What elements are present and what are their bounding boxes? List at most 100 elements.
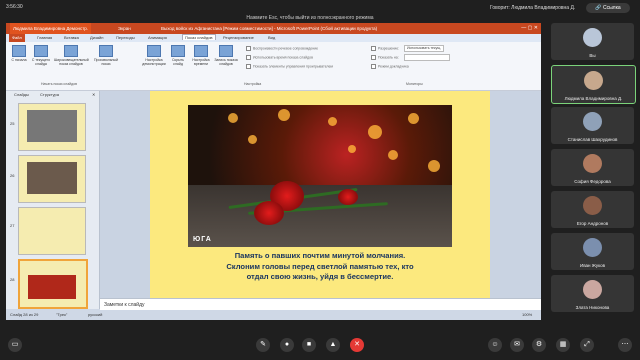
slides-panel: Слайды Структура ✕ 25 26 27 28 bbox=[6, 91, 100, 309]
resolution-label: Разрешение: bbox=[371, 46, 399, 51]
participant-tile[interactable]: Злата Никонова bbox=[551, 275, 634, 312]
slide-thumbnail-26[interactable] bbox=[18, 155, 86, 203]
fullscreen-icon[interactable]: ⤢ bbox=[580, 338, 594, 352]
group-setup: Настройка bbox=[244, 82, 262, 86]
window-controls[interactable]: — ▢ ✕ bbox=[521, 25, 538, 31]
shared-screen: Людмила Владимировна Демонстр. Экран Вых… bbox=[6, 23, 541, 320]
participant-tile[interactable]: Вы bbox=[551, 23, 634, 60]
tab-insert[interactable]: Вставка bbox=[64, 35, 79, 40]
checkbox-narration[interactable]: Воспроизвести речевое сопровождение bbox=[246, 46, 318, 51]
fullscreen-exit-hint: Нажмите Esc, чтобы выйти из полноэкранно… bbox=[246, 15, 374, 21]
participant-tile[interactable]: Иван Жуков bbox=[551, 233, 634, 270]
window-title: Выход войск из Афганистана [Режим совмес… bbox=[161, 26, 378, 31]
screen-share-icon[interactable]: ▲ bbox=[326, 338, 340, 352]
from-current-button[interactable]: С текущего слайда bbox=[31, 45, 51, 66]
custom-show-button[interactable]: Произвольный показ bbox=[92, 45, 120, 66]
link-icon: 🔗 bbox=[595, 5, 602, 11]
setup-icon bbox=[147, 45, 161, 57]
current-slide[interactable]: ЮГА Память о павших почтим минутой молча… bbox=[150, 91, 490, 309]
tab-transitions[interactable]: Переходы bbox=[116, 35, 135, 40]
slide-number: 28 bbox=[10, 277, 15, 282]
avatar bbox=[583, 154, 602, 173]
caption-line: Склоним головы перед светлой памятью тех… bbox=[226, 261, 414, 271]
show-on-dropdown[interactable] bbox=[404, 54, 450, 61]
camera-icon[interactable]: ■ bbox=[302, 338, 316, 352]
avatar bbox=[583, 238, 602, 257]
hide-slide-button[interactable]: Скрыть слайд bbox=[168, 45, 188, 66]
photo-watermark: ЮГА bbox=[193, 236, 212, 243]
tab-design[interactable]: Дизайн bbox=[90, 35, 103, 40]
from-beginning-button[interactable]: С начала bbox=[9, 45, 29, 62]
zoom-level[interactable]: 100% bbox=[522, 312, 532, 317]
group-start-slideshow: Начать показ слайдов bbox=[41, 82, 77, 86]
thumbnail-photo bbox=[27, 162, 77, 194]
notes-placeholder: Заметки к слайду bbox=[104, 302, 145, 308]
tab-file[interactable]: Файл bbox=[9, 34, 25, 42]
broadcast-label: Широковещательный показ слайдов bbox=[54, 58, 89, 66]
slide-thumbnail-27[interactable] bbox=[18, 207, 86, 255]
settings-icon[interactable]: ⚙ bbox=[532, 338, 546, 352]
participant-tile[interactable]: Егор Андронов bbox=[551, 191, 634, 228]
sidebar-toggle-icon[interactable]: ▭ bbox=[8, 338, 22, 352]
participant-tile[interactable]: Станислав Шахрудинов bbox=[551, 107, 634, 144]
slide-number: 27 bbox=[10, 223, 15, 228]
hide-slide-label: Скрыть слайд bbox=[172, 58, 184, 66]
close-panel-icon[interactable]: ✕ bbox=[92, 92, 95, 97]
tab-view[interactable]: Вид bbox=[268, 35, 275, 40]
broadcast-button[interactable]: Широковещательный показ слайдов bbox=[54, 45, 89, 66]
bokeh-light bbox=[228, 113, 238, 123]
setup-slideshow-button[interactable]: Настройка демонстрации bbox=[140, 45, 168, 66]
memorial-flowers-photo: ЮГА bbox=[188, 105, 452, 247]
thumbnail-photo bbox=[28, 275, 76, 299]
end-call-icon[interactable]: ✕ bbox=[350, 338, 364, 352]
avatar bbox=[584, 71, 603, 90]
bokeh-light bbox=[388, 150, 398, 160]
tab-animation[interactable]: Анимация bbox=[148, 35, 167, 40]
chat-icon[interactable]: ✎ bbox=[256, 338, 270, 352]
checkbox-media-controls[interactable]: Показать элементы управления проигрывате… bbox=[246, 64, 333, 69]
participant-name: Вы bbox=[589, 53, 596, 58]
participant-tile[interactable]: София Федорова bbox=[551, 149, 634, 186]
participant-name: Иван Жуков bbox=[579, 263, 606, 268]
grid-view-icon[interactable]: ▦ bbox=[556, 338, 570, 352]
share-link-button[interactable]: 🔗 Ссылка bbox=[586, 3, 630, 13]
tab-slides[interactable]: Слайды bbox=[14, 92, 29, 97]
setup-slideshow-label: Настройка демонстрации bbox=[142, 58, 166, 66]
rehearse-timings-button[interactable]: Настройка времени bbox=[191, 45, 211, 66]
more-options-icon[interactable]: ⋯ bbox=[618, 338, 632, 352]
microphone-icon[interactable]: ● bbox=[280, 338, 294, 352]
notes-pane[interactable]: Заметки к слайду bbox=[100, 298, 541, 310]
participants-icon[interactable]: ☺ bbox=[488, 338, 502, 352]
screen-badge: Экран bbox=[118, 26, 131, 31]
chat-bubble-icon[interactable]: ✉ bbox=[510, 338, 524, 352]
bokeh-light bbox=[428, 160, 440, 172]
record-slideshow-label: Запись показа слайдов bbox=[214, 58, 238, 66]
custom-show-icon bbox=[99, 45, 113, 57]
rehearse-timings-label: Настройка времени bbox=[192, 58, 210, 66]
slide-thumbnail-25[interactable] bbox=[18, 103, 86, 151]
slide-thumbnail-28[interactable] bbox=[18, 259, 88, 309]
presenter-badge: Людмила Владимировна Демонстр. bbox=[10, 23, 92, 34]
powerpoint-title-bar: Людмила Владимировна Демонстр. Экран Вых… bbox=[6, 23, 541, 34]
broadcast-icon bbox=[64, 45, 78, 57]
bokeh-light bbox=[248, 135, 257, 144]
slide-number: 25 bbox=[10, 121, 15, 126]
tab-review[interactable]: Рецензирование bbox=[223, 35, 254, 40]
call-controls: ▭ ✎ ● ■ ▲ ✕ ☺ ✉ ⚙ ▦ ⤢ ⋯ bbox=[0, 330, 640, 360]
tab-home[interactable]: Главная bbox=[37, 35, 52, 40]
custom-show-label: Произвольный показ bbox=[94, 58, 118, 66]
avatar bbox=[583, 28, 602, 47]
red-carnation bbox=[254, 201, 284, 225]
participant-tile-active[interactable]: Людмила Владимировна Д. bbox=[551, 65, 636, 104]
tab-outline[interactable]: Структура bbox=[40, 92, 59, 97]
checkbox-use-timings[interactable]: Использовать время показа слайдов bbox=[246, 55, 313, 60]
call-timer: 3:56:30 bbox=[6, 4, 23, 10]
resolution-dropdown[interactable]: Использовать текущ. bbox=[404, 45, 445, 52]
checkbox-presenter-view[interactable]: Режим докладчика bbox=[371, 64, 409, 69]
timer-icon bbox=[194, 45, 208, 57]
conference-top-bar: 3:56:30 Говорит: Людмила Владимировна Д.… bbox=[0, 0, 640, 16]
bokeh-light bbox=[278, 109, 290, 121]
tab-slideshow[interactable]: Показ слайдов bbox=[182, 34, 216, 40]
hide-slide-icon bbox=[171, 45, 185, 57]
record-slideshow-button[interactable]: Запись показа слайдов bbox=[214, 45, 238, 66]
